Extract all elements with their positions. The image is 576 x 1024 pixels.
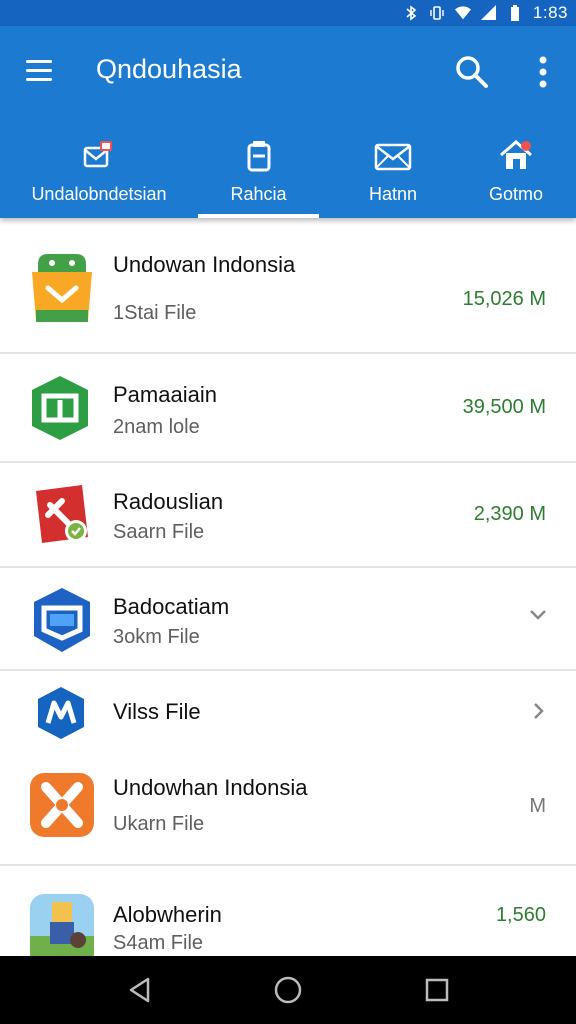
bluetooth-icon [403, 5, 419, 21]
back-icon [129, 977, 150, 1003]
home-button[interactable] [272, 974, 304, 1006]
wifi-icon [454, 5, 471, 21]
list-item[interactable]: Vilss File [0, 671, 576, 751]
menu-icon-bar [26, 78, 52, 81]
file-size: 15,026 M [462, 288, 546, 310]
file-size: 2,390 M [473, 503, 546, 525]
search-icon [456, 56, 488, 88]
list-item[interactable]: Radouslian Saarn File 2,390 M [0, 463, 576, 568]
file-title: Undowhan Indonsia [113, 775, 308, 800]
file-list: Undowan Indonsia 1Stai File 15,026 M Pam… [0, 218, 576, 956]
navigation-bar [0, 956, 576, 1024]
file-subtitle: 2nam lole [113, 416, 200, 438]
toolbar: Qndouhasia [0, 26, 576, 116]
vibrate-icon [429, 5, 445, 21]
file-subtitle: 3okm File [113, 626, 200, 648]
tab-label: Rahcia [230, 184, 287, 204]
mail-badge-icon [82, 132, 116, 172]
menu-icon-bar [26, 69, 52, 72]
signal-icon [480, 5, 497, 21]
file-title: Alobwherin [113, 902, 222, 927]
m-logo-app-icon [36, 685, 86, 741]
game-character-app-icon [28, 892, 96, 956]
tab-gotmo[interactable]: Gotmo [468, 126, 564, 218]
red-tools-app-icon [28, 481, 96, 549]
app-bar: Qndouhasia Undalobndetsian Rahcia Hatnn … [0, 26, 576, 218]
file-size: 1,560 [495, 904, 546, 926]
recents-icon [425, 978, 449, 1002]
status-time: 1:83 [532, 3, 568, 22]
file-subtitle: S4am File [113, 932, 204, 954]
tab-rahcia[interactable]: Rahcia [198, 126, 319, 218]
status-bar: 1:83 [0, 0, 576, 26]
blue-hexagon-app-icon [28, 586, 96, 654]
battery-icon [507, 5, 523, 21]
tab-label: Undalobndetsian [31, 184, 167, 204]
menu-icon [26, 60, 52, 63]
orange-puzzle-app-icon [28, 771, 96, 839]
file-subtitle: Ukarn File [113, 813, 205, 835]
file-size: 39,500 M [462, 396, 546, 418]
envelope-icon [374, 132, 412, 172]
file-title: Badocatiam [113, 594, 230, 619]
tab-label: Gotmo [488, 184, 544, 204]
back-button[interactable] [124, 974, 156, 1006]
search-button[interactable] [452, 52, 492, 92]
file-title: Undowan Indonsia [113, 252, 296, 277]
menu-button[interactable] [22, 54, 58, 90]
chevron-down-icon[interactable] [528, 604, 548, 624]
file-subtitle: Saarn File [113, 521, 205, 543]
green-square-app-icon [28, 374, 96, 442]
list-item[interactable]: Undowan Indonsia 1Stai File 15,026 M [0, 218, 576, 354]
tab-bar: Undalobndetsian Rahcia Hatnn Gotmo [0, 126, 576, 218]
tab-label: Hatnn [368, 184, 418, 204]
list-item[interactable]: Pamaaiain 2nam lole 39,500 M [0, 354, 576, 463]
file-title: Radouslian [113, 489, 224, 514]
chevron-right-icon[interactable] [528, 701, 548, 721]
list-item[interactable]: Undowhan Indonsia Ukarn File M [0, 751, 576, 866]
file-subtitle: 1Stai File [113, 302, 197, 324]
file-title: Vilss File [113, 699, 201, 724]
list-item[interactable]: Alobwherin S4am File 1,560 [0, 866, 576, 956]
more-options-button[interactable] [526, 52, 560, 92]
android-download-icon [28, 252, 96, 322]
more-vert-icon [539, 56, 547, 88]
document-icon [246, 132, 272, 172]
list-item[interactable]: Badocatiam 3okm File [0, 568, 576, 671]
tab-undalobndetsian[interactable]: Undalobndetsian [20, 126, 178, 218]
recents-button[interactable] [421, 974, 453, 1006]
file-size: M [529, 795, 546, 817]
home-icon [498, 132, 534, 172]
app-title: Qndouhasia [96, 54, 242, 84]
tab-hatnn[interactable]: Hatnn [340, 126, 446, 218]
home-circle-icon [274, 976, 302, 1004]
file-title: Pamaaiain [113, 382, 217, 407]
